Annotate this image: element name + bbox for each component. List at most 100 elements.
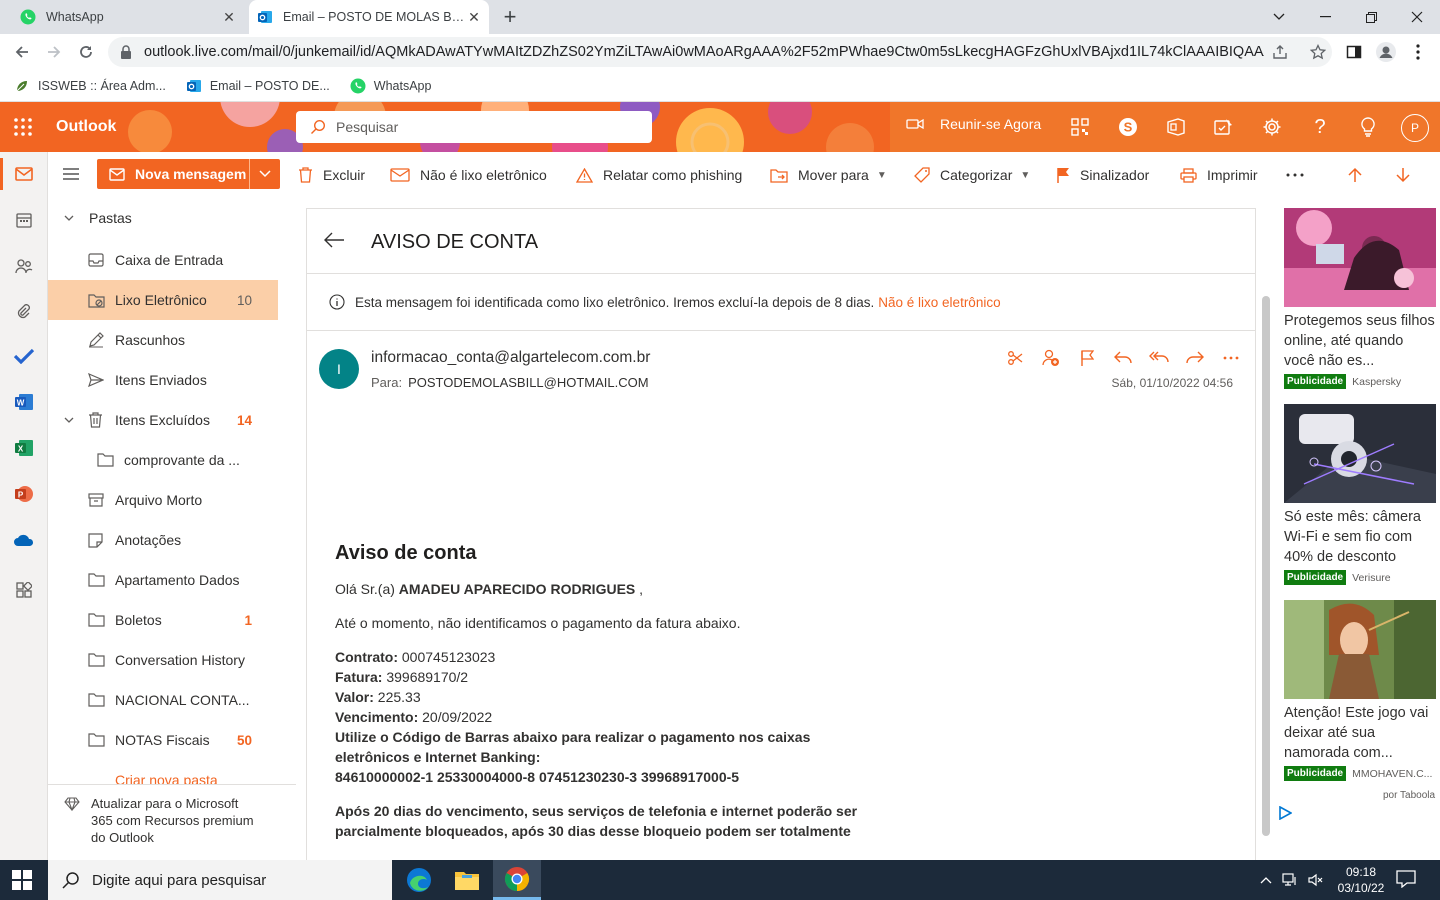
close-window-icon[interactable] <box>1394 0 1440 34</box>
volume-muted-icon[interactable] <box>1308 873 1324 887</box>
upgrade-banner[interactable]: Atualizar para o Microsoft 365 com Recur… <box>48 784 296 860</box>
adchoices-icon[interactable] <box>1278 806 1292 820</box>
share-icon[interactable] <box>1272 44 1288 60</box>
folder-notas-fiscais[interactable]: NOTAS Fiscais 50 <box>48 720 278 760</box>
attachment-icon[interactable] <box>12 300 36 324</box>
bookmark-star-icon[interactable] <box>1310 44 1326 60</box>
folder-archive[interactable]: Arquivo Morto <box>48 480 278 520</box>
sender-avatar[interactable]: I <box>319 349 359 389</box>
ad-caption[interactable]: Só este mês: câmera Wi-Fi e sem fio com … <box>1284 507 1436 567</box>
folder-notes[interactable]: Anotações <box>48 520 278 560</box>
recipient-address[interactable]: POSTODEMOLASBILL@HOTMAIL.COM <box>408 375 649 390</box>
sender-address[interactable]: informacao_conta@algartelecom.com.br <box>371 349 650 367</box>
ad-caption[interactable]: Atenção! Este jogo vai deixar até sua na… <box>1284 703 1436 763</box>
new-message-button[interactable]: Nova mensagem <box>97 159 280 189</box>
folder-inbox[interactable]: Caixa de Entrada <box>48 240 278 280</box>
not-junk-button[interactable]: Não é lixo eletrônico <box>390 160 547 190</box>
network-icon[interactable] <box>1282 873 1298 887</box>
notification-center-icon[interactable] <box>1396 870 1416 888</box>
address-bar[interactable]: outlook.live.com/mail/0/junkemail/id/AQM… <box>108 37 1332 67</box>
mail-icon[interactable] <box>12 162 36 186</box>
file-explorer-icon[interactable] <box>443 860 491 900</box>
powerpoint-icon[interactable]: P <box>12 482 36 506</box>
folder-nacional-conta[interactable]: NACIONAL CONTA... <box>48 680 278 720</box>
hamburger-menu-icon[interactable] <box>62 167 80 181</box>
word-icon[interactable]: W <box>12 390 36 414</box>
meet-now-button[interactable]: Reunir-se Agora <box>906 116 1041 132</box>
ad-verisure[interactable]: Só este mês: câmera Wi-Fi e sem fio com … <box>1284 404 1436 585</box>
print-button[interactable]: Imprimir <box>1180 160 1258 190</box>
tab-search-icon[interactable] <box>1256 0 1302 34</box>
back-icon[interactable] <box>8 38 36 66</box>
sidebar-icon[interactable] <box>1340 38 1368 66</box>
todo-icon[interactable] <box>12 344 36 368</box>
bookmark-email[interactable]: Email – POSTO DE... <box>186 78 330 94</box>
profile-icon[interactable] <box>1372 38 1400 66</box>
bookmark-issweb[interactable]: ISSWEB :: Área Adm... <box>14 78 166 94</box>
people-icon[interactable] <box>12 254 36 278</box>
ad-caption[interactable]: Protegemos seus filhos online, até quand… <box>1284 311 1436 371</box>
add-contact-icon[interactable] <box>1033 346 1069 370</box>
excel-icon[interactable]: X <box>12 436 36 460</box>
tab-whatsapp[interactable]: WhatsApp ✕ <box>8 0 244 34</box>
edge-icon[interactable] <box>395 860 443 900</box>
more-apps-icon[interactable] <box>12 578 36 602</box>
search-input[interactable]: Pesquisar <box>296 111 652 143</box>
minimize-icon[interactable] <box>1302 0 1348 34</box>
folder-conversation-history[interactable]: Conversation History <box>48 640 278 680</box>
lightbulb-icon[interactable] <box>1356 115 1380 139</box>
delete-button[interactable]: Excluir <box>298 160 365 190</box>
reading-scrollbar[interactable] <box>1260 276 1272 860</box>
forward-icon[interactable] <box>1177 346 1213 370</box>
menu-kebab-icon[interactable] <box>1404 38 1432 66</box>
not-junk-link[interactable]: Não é lixo eletrônico <box>878 295 1000 310</box>
taskbar-search-input[interactable]: Digite aqui para pesquisar <box>48 860 392 900</box>
taskbar-clock[interactable]: 09:18 03/10/22 <box>1330 864 1392 896</box>
ad-image[interactable] <box>1284 404 1436 503</box>
more-options-icon[interactable] <box>1286 160 1304 190</box>
next-message-arrow-icon[interactable] <box>1396 160 1410 190</box>
apps-icon[interactable] <box>997 346 1033 370</box>
more-actions-icon[interactable] <box>1213 346 1249 370</box>
outlook-brand[interactable]: Outlook <box>56 118 116 136</box>
flag-button[interactable]: Sinalizador <box>1056 160 1149 190</box>
taboola-credit[interactable]: por Taboola <box>1383 790 1435 801</box>
folders-header[interactable]: Pastas <box>48 198 278 238</box>
previous-message-arrow-icon[interactable] <box>1348 160 1362 190</box>
folder-comprovante[interactable]: comprovante da ... <box>48 440 278 480</box>
categorize-button[interactable]: Categorizar ▼ <box>914 160 1030 190</box>
reload-icon[interactable] <box>72 38 100 66</box>
my-day-icon[interactable] <box>1212 115 1236 139</box>
report-phishing-button[interactable]: Relatar como phishing <box>576 160 742 190</box>
tab-outlook[interactable]: Email – POSTO DE MOLAS BILL-- ✕ <box>249 0 489 34</box>
settings-gear-icon[interactable] <box>1260 115 1284 139</box>
onedrive-icon[interactable] <box>12 528 36 552</box>
new-tab-button[interactable]: + <box>498 0 522 34</box>
office-icon[interactable] <box>1164 115 1188 139</box>
bookmark-whatsapp[interactable]: WhatsApp <box>350 78 431 94</box>
folder-boletos[interactable]: Boletos 1 <box>48 600 278 640</box>
skype-icon[interactable]: S <box>1116 115 1140 139</box>
calendar-icon[interactable] <box>12 208 36 232</box>
restore-icon[interactable] <box>1348 0 1394 34</box>
reply-icon[interactable] <box>1105 346 1141 370</box>
ad-kaspersky[interactable]: Protegemos seus filhos online, até quand… <box>1284 208 1436 389</box>
close-tab-icon[interactable]: ✕ <box>220 9 238 26</box>
create-folder-link[interactable]: Criar nova pasta <box>48 768 278 784</box>
folder-sent[interactable]: Itens Enviados <box>48 360 278 400</box>
lock-icon[interactable] <box>120 45 132 59</box>
forward-icon[interactable] <box>40 38 68 66</box>
chevron-down-icon[interactable] <box>64 417 74 423</box>
close-tab-icon[interactable]: ✕ <box>465 9 483 26</box>
ad-image[interactable] <box>1284 208 1436 307</box>
move-to-button[interactable]: Mover para ▼ <box>770 160 887 190</box>
flag-icon[interactable] <box>1069 346 1105 370</box>
account-avatar[interactable]: P <box>1401 114 1429 142</box>
tray-chevron-up-icon[interactable] <box>1260 876 1272 884</box>
folder-drafts[interactable]: Rascunhos <box>48 320 278 360</box>
chevron-down-icon[interactable] <box>250 170 280 178</box>
folder-apartamento[interactable]: Apartamento Dados <box>48 560 278 600</box>
back-arrow-icon[interactable] <box>323 231 345 249</box>
folder-deleted[interactable]: Itens Excluídos 14 <box>48 400 278 440</box>
reply-all-icon[interactable] <box>1141 346 1177 370</box>
